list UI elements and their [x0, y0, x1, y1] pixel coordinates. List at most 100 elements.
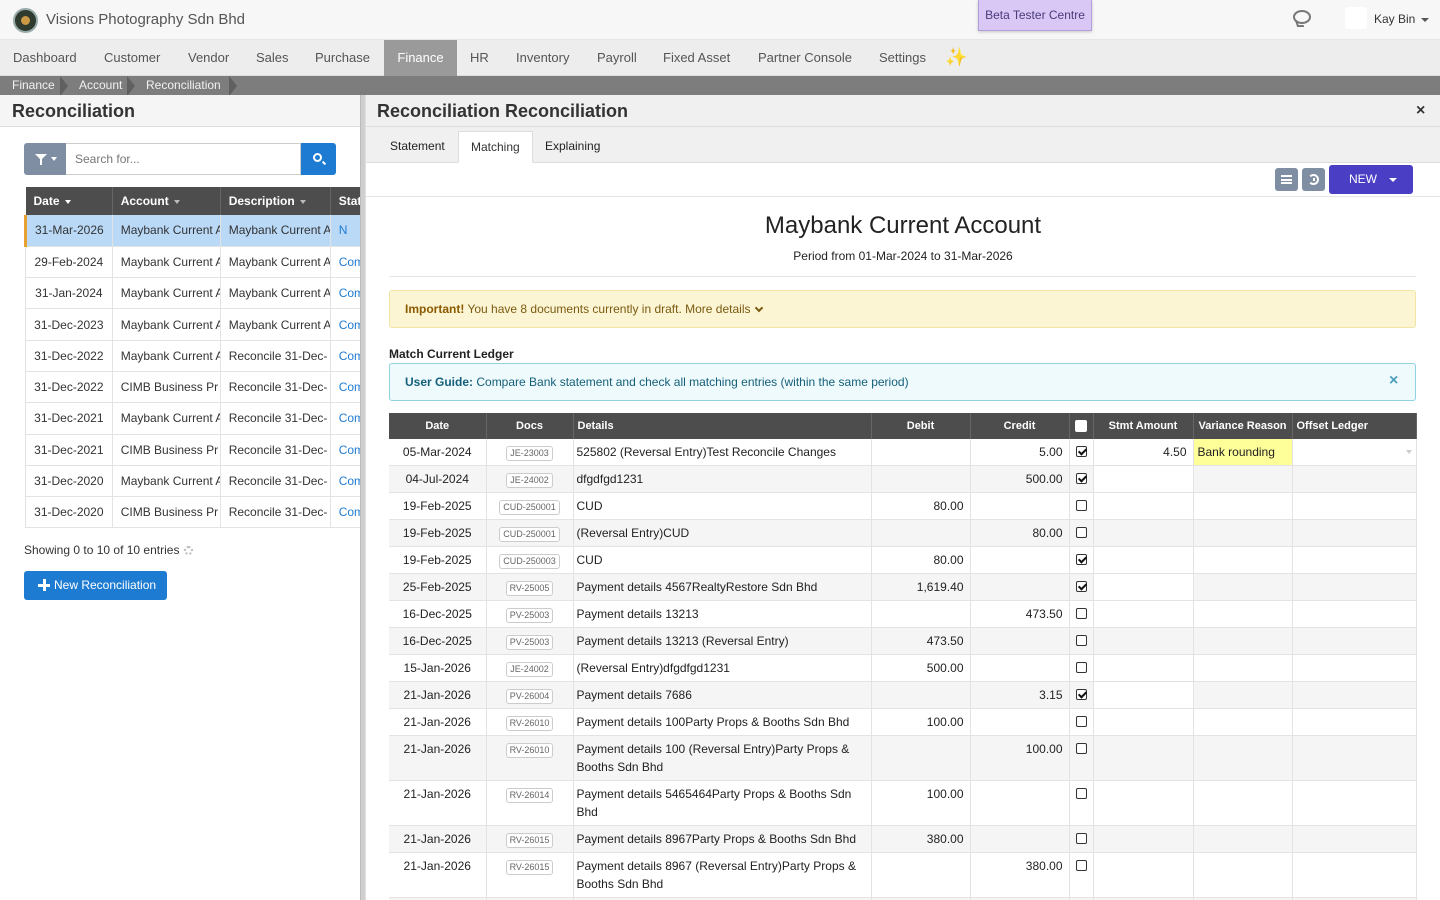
select-all-checkbox[interactable]	[1069, 413, 1094, 439]
stmt-amount-input[interactable]	[1093, 573, 1194, 601]
table-row[interactable]: 31-Mar-2026 Maybank Current A Maybank Curr…	[24, 215, 360, 247]
nav-partner-console[interactable]: Partner Console	[745, 40, 865, 76]
stmt-amount-input[interactable]	[1093, 681, 1194, 709]
variance-reason-input[interactable]	[1193, 573, 1293, 601]
table-row[interactable]: 31-Dec-2020 CIMB Business Pr Reconcile 31-…	[25, 496, 360, 529]
row-match-checkbox[interactable]	[1069, 735, 1094, 781]
column-account[interactable]: Account	[112, 187, 221, 215]
doc-badge[interactable]: RV-26015	[505, 833, 554, 848]
close-icon[interactable]: ×	[1389, 372, 1398, 390]
row-match-checkbox[interactable]	[1069, 492, 1094, 520]
row-match-checkbox[interactable]	[1069, 654, 1094, 682]
variance-reason-input[interactable]: Bank rounding	[1193, 439, 1293, 466]
checkbox[interactable]	[1075, 833, 1087, 845]
table-row[interactable]: 21-Jan-2026 RV-26015 Payment details 8967P…	[389, 825, 1417, 853]
table-row[interactable]: 21-Jan-2026 RV-26014 Payment details 54654…	[389, 780, 1417, 826]
checkbox[interactable]	[1075, 581, 1087, 593]
table-row[interactable]: 05-Mar-2024 JE-23003 525802 (Reversal Entr…	[389, 439, 1417, 466]
avatar[interactable]	[1345, 7, 1367, 29]
nav-finance[interactable]: Finance	[384, 40, 457, 76]
doc-badge[interactable]: CUD-250003	[499, 554, 560, 569]
checkbox[interactable]	[1075, 689, 1087, 701]
table-row[interactable]: 16-Dec-2025 PV-25003 Payment details 13213…	[389, 600, 1417, 628]
search-input[interactable]	[66, 143, 301, 175]
row-match-checkbox[interactable]	[1069, 780, 1094, 826]
variance-reason-input[interactable]	[1193, 465, 1293, 493]
chevron-down-icon[interactable]	[754, 303, 763, 313]
table-row[interactable]: 29-Feb-2024 Maybank Current A Maybank Curr…	[25, 246, 360, 279]
nav-customer[interactable]: Customer	[91, 40, 173, 76]
doc-badge[interactable]: PV-25003	[505, 608, 554, 623]
table-row[interactable]: 21-Jan-2026 RV-26010 Payment details 100 (…	[389, 735, 1417, 781]
column-date[interactable]: Date	[25, 187, 113, 215]
breadcrumb-reconciliation[interactable]: Reconciliation	[146, 76, 221, 95]
table-row[interactable]: 31-Jan-2024 Maybank Current A Maybank Curr…	[25, 277, 360, 310]
stmt-amount-input[interactable]	[1093, 546, 1194, 574]
doc-badge[interactable]: CUD-250001	[499, 500, 560, 515]
new-button[interactable]: NEW	[1329, 165, 1413, 194]
row-match-checkbox[interactable]	[1069, 519, 1094, 547]
checkbox[interactable]	[1075, 788, 1087, 800]
table-row[interactable]: 31-Dec-2021 CIMB Business Pr Reconcile 31-…	[25, 434, 360, 466]
checkbox[interactable]	[1075, 743, 1087, 755]
breadcrumb-finance[interactable]: Finance	[12, 76, 55, 95]
doc-badge[interactable]: PV-26004	[505, 689, 554, 704]
sparkle-icon[interactable]: ✨	[945, 47, 967, 68]
doc-badge[interactable]: CUD-250001	[499, 527, 560, 542]
table-row[interactable]: 15-Jan-2026 JE-24002 (Reversal Entry)dfgdf…	[389, 654, 1417, 682]
doc-badge[interactable]: RV-26014	[505, 788, 554, 803]
table-row[interactable]: 31-Dec-2022 Maybank Current A Reconcile 31…	[25, 340, 360, 372]
row-match-checkbox[interactable]	[1069, 465, 1094, 493]
table-row[interactable]: 16-Dec-2025 PV-25003 Payment details 13213…	[389, 627, 1417, 655]
checkbox[interactable]	[1075, 554, 1087, 566]
checkbox[interactable]	[1075, 446, 1087, 458]
table-row[interactable]: 04-Jul-2024 JE-24002 dfgdfgd1231 500.00	[389, 465, 1417, 493]
table-row[interactable]: 21-Jan-2026 RV-26010 Payment details 100Pa…	[389, 708, 1417, 736]
doc-badge[interactable]: RV-25005	[505, 581, 554, 596]
row-match-checkbox[interactable]	[1069, 600, 1094, 628]
table-row[interactable]: 19-Feb-2025 CUD-250001 CUD 80.00	[389, 492, 1417, 520]
table-row[interactable]: 19-Feb-2025 CUD-250003 CUD 80.00	[389, 546, 1417, 574]
history-button[interactable]	[1302, 168, 1325, 191]
table-row[interactable]: 25-Feb-2025 RV-25005 Payment details 4567R…	[389, 573, 1417, 601]
breadcrumb-account[interactable]: Account	[79, 76, 122, 95]
row-match-checkbox[interactable]	[1069, 708, 1094, 736]
checkbox[interactable]	[1075, 473, 1087, 485]
checkbox[interactable]	[1075, 860, 1087, 872]
tab-statement[interactable]: Statement	[378, 131, 457, 163]
checkbox[interactable]	[1075, 500, 1087, 512]
table-row[interactable]: 21-Jan-2026 RV-26015 Payment details 8967 …	[389, 852, 1417, 898]
list-view-button[interactable]	[1275, 168, 1298, 191]
row-match-checkbox[interactable]	[1069, 825, 1094, 853]
checkbox[interactable]	[1075, 635, 1087, 647]
checkbox[interactable]	[1075, 608, 1087, 620]
checkbox[interactable]	[1075, 716, 1087, 728]
table-row[interactable]: 21-Jan-2026 PV-26004 Payment details 7686 3…	[389, 681, 1417, 709]
table-row[interactable]: 19-Feb-2025 CUD-250001 (Reversal Entry)CUD…	[389, 519, 1417, 547]
tab-explaining[interactable]: Explaining	[533, 131, 612, 163]
doc-badge[interactable]: RV-26010	[505, 716, 554, 731]
row-match-checkbox[interactable]	[1069, 439, 1094, 466]
nav-payroll[interactable]: Payroll	[584, 40, 650, 76]
nav-hr[interactable]: HR	[457, 40, 502, 76]
nav-sales[interactable]: Sales	[243, 40, 302, 76]
filter-button[interactable]	[24, 143, 66, 175]
table-row[interactable]: 31-Dec-2022 CIMB Business Pr Reconcile 31-…	[25, 371, 360, 404]
beta-tester-centre-button[interactable]: Beta Tester Centre	[978, 0, 1092, 31]
column-status[interactable]: Stat	[330, 187, 360, 215]
table-row[interactable]: 31-Dec-2021 Maybank Current A Reconcile 31…	[25, 402, 360, 435]
nav-fixed-asset[interactable]: Fixed Asset	[650, 40, 743, 76]
doc-badge[interactable]: PV-25003	[505, 635, 554, 650]
close-icon[interactable]: ×	[1416, 102, 1425, 120]
offset-ledger-select[interactable]	[1292, 439, 1417, 466]
search-button[interactable]	[301, 143, 336, 175]
nav-purchase[interactable]: Purchase	[302, 40, 383, 76]
doc-badge[interactable]: RV-26015	[505, 860, 554, 875]
row-match-checkbox[interactable]	[1069, 546, 1094, 574]
row-match-checkbox[interactable]	[1069, 852, 1094, 898]
chat-icon[interactable]	[1293, 10, 1311, 24]
stmt-amount-input[interactable]	[1093, 465, 1194, 493]
tab-matching[interactable]: Matching	[458, 131, 533, 163]
company-logo[interactable]	[13, 8, 38, 33]
checkbox[interactable]	[1075, 527, 1087, 539]
